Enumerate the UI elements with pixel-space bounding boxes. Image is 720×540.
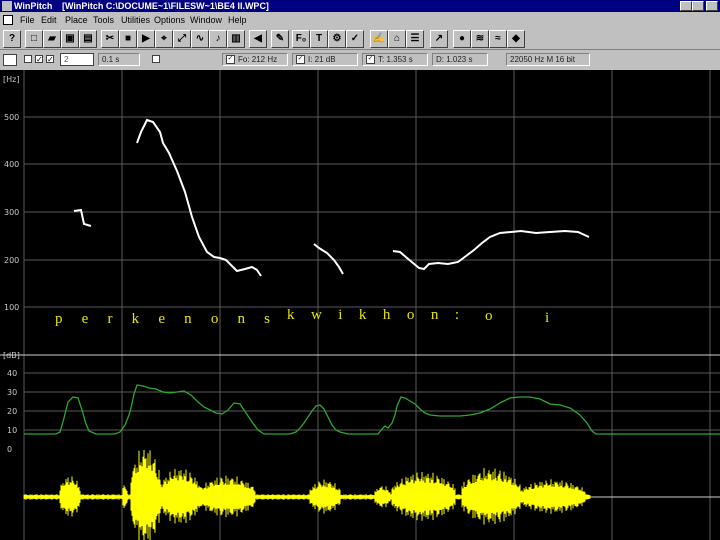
analysis-plot[interactable]: [Hz] 500 400 300 200 100 [dB] 40 30 20 1… bbox=[0, 70, 720, 540]
segment-icon[interactable]: ⌂ bbox=[388, 30, 406, 48]
record-icon[interactable]: ● bbox=[453, 30, 471, 48]
intensity-field[interactable]: ✓ I: 21 dB bbox=[292, 53, 358, 66]
formant-icon[interactable]: F₀ bbox=[292, 30, 310, 48]
db-tick-20: 20 bbox=[7, 407, 17, 416]
option-checkbox-5[interactable] bbox=[152, 55, 160, 63]
play-icon[interactable]: ▶ bbox=[137, 30, 155, 48]
new-file-icon[interactable]: □ bbox=[25, 30, 43, 48]
analysis-icon[interactable]: ≋ bbox=[471, 30, 489, 48]
intensity-value: I: 21 dB bbox=[308, 55, 336, 64]
select-icon[interactable]: ⌖ bbox=[155, 30, 173, 48]
duration-field: D: 1.023 s bbox=[432, 53, 488, 66]
phonetic-segment-4: i bbox=[545, 310, 549, 326]
print-icon[interactable]: ▤ bbox=[79, 30, 97, 48]
db-tick-10: 10 bbox=[7, 426, 17, 435]
palette-icon[interactable]: ◆ bbox=[507, 30, 525, 48]
document-title: [WinPitch C:\DOCUME~1\FILESW~1\BE4 II.WP… bbox=[62, 1, 269, 11]
menu-place[interactable]: Place bbox=[65, 12, 88, 28]
hz-tick-200: 200 bbox=[4, 256, 19, 265]
parameter-bar: ✓ ✓ 2 0.1 s ✓ Fo: 212 Hz ✓ I: 21 dB ✓ T: 1.… bbox=[0, 50, 720, 70]
menu-utilities[interactable]: Utilities bbox=[121, 12, 150, 28]
phonetic-segment-2: k w i k h o n : bbox=[287, 307, 459, 323]
speaker-icon[interactable]: ◀ bbox=[249, 30, 267, 48]
save-icon[interactable]: ▣ bbox=[61, 30, 79, 48]
toolbar: ? □ ▰ ▣ ▤ ✂ ■ ▶ ⌖ ⤢ ∿ ♪ ▥ ◀ ✎ F₀ T ⚙ ✓ ✍… bbox=[0, 28, 720, 50]
db-tick-40: 40 bbox=[7, 369, 17, 378]
close-button[interactable] bbox=[706, 1, 718, 11]
intensity-checkbox[interactable]: ✓ bbox=[296, 55, 305, 65]
cut-icon[interactable]: ✂ bbox=[101, 30, 119, 48]
wave-icon[interactable]: ≈ bbox=[489, 30, 507, 48]
f0-checkbox[interactable]: ✓ bbox=[226, 55, 235, 65]
app-name: WinPitch bbox=[14, 1, 53, 11]
phonetic-segment-3: o bbox=[485, 308, 493, 324]
db-axis-unit: [dB] bbox=[3, 351, 20, 360]
help-icon[interactable]: ? bbox=[3, 30, 21, 48]
app-icon[interactable] bbox=[2, 1, 12, 11]
db-tick-0: 0 bbox=[7, 445, 12, 454]
option-checkbox-4[interactable]: ✓ bbox=[46, 55, 54, 64]
db-tick-30: 30 bbox=[7, 388, 17, 397]
option-checkbox-3[interactable]: ✓ bbox=[35, 55, 43, 64]
minimize-button[interactable] bbox=[680, 1, 692, 11]
hz-tick-300: 300 bbox=[4, 208, 19, 217]
hz-tick-500: 500 bbox=[4, 113, 19, 122]
hz-tick-400: 400 bbox=[4, 160, 19, 169]
menu-bar: File Edit Place Tools Utilities Options … bbox=[0, 12, 720, 28]
open-folder-icon[interactable]: ▰ bbox=[43, 30, 61, 48]
time-step-field: 0.1 s bbox=[98, 53, 140, 66]
option-checkbox-2[interactable] bbox=[24, 55, 32, 63]
menu-options[interactable]: Options bbox=[154, 12, 185, 28]
menu-window[interactable]: Window bbox=[190, 12, 222, 28]
menu-file[interactable]: File bbox=[20, 12, 35, 28]
annotate-icon[interactable]: ✍ bbox=[370, 30, 388, 48]
time-field[interactable]: ✓ T: 1.353 s bbox=[362, 53, 428, 66]
mark-icon[interactable]: ✓ bbox=[346, 30, 364, 48]
settings-icon[interactable]: ⚙ bbox=[328, 30, 346, 48]
edit-icon[interactable]: ✎ bbox=[271, 30, 289, 48]
text-icon[interactable]: T bbox=[310, 30, 328, 48]
time-checkbox[interactable]: ✓ bbox=[366, 55, 375, 65]
menu-edit[interactable]: Edit bbox=[41, 12, 57, 28]
menu-tools[interactable]: Tools bbox=[93, 12, 114, 28]
stop-icon[interactable]: ■ bbox=[119, 30, 137, 48]
smoothing-spinner[interactable]: 2 bbox=[60, 53, 94, 66]
f0-field[interactable]: ✓ Fo: 212 Hz bbox=[222, 53, 288, 66]
document-menu-icon[interactable] bbox=[3, 15, 13, 25]
zoom-icon[interactable]: ⤢ bbox=[173, 30, 191, 48]
option-checkbox-1[interactable] bbox=[3, 54, 17, 66]
list-icon[interactable]: ☰ bbox=[406, 30, 424, 48]
sample-rate-field: 22050 Hz M 16 bit bbox=[506, 53, 590, 66]
menu-help[interactable]: Help bbox=[228, 12, 247, 28]
pitch-icon[interactable]: ♪ bbox=[209, 30, 227, 48]
time-value: T: 1.353 s bbox=[378, 55, 413, 64]
hz-tick-100: 100 bbox=[4, 303, 19, 312]
title-bar: WinPitch [WinPitch C:\DOCUME~1\FILESW~1\… bbox=[0, 0, 720, 12]
pick-icon[interactable]: ↗ bbox=[430, 30, 448, 48]
phonetic-segment-1: p e r k e n o n s bbox=[55, 311, 270, 327]
hz-axis-unit: [Hz] bbox=[3, 75, 19, 84]
f0-value: Fo: 212 Hz bbox=[238, 55, 278, 64]
spectrum-icon[interactable]: ▥ bbox=[227, 30, 245, 48]
maximize-button[interactable] bbox=[692, 1, 704, 11]
curve-icon[interactable]: ∿ bbox=[191, 30, 209, 48]
